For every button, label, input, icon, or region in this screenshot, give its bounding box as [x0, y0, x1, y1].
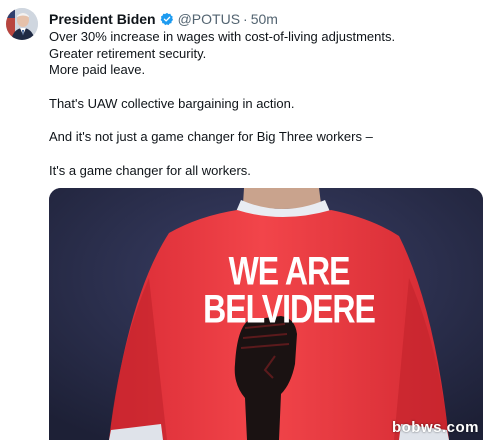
tweet-line-1: Over 30% increase in wages with cost-of-… — [49, 29, 396, 44]
tweet-media-photo[interactable]: WE ARE BELVIDERE bobws.com — [49, 188, 483, 440]
tweet-line-2: Greater retirement security. — [49, 45, 207, 61]
author-name[interactable]: President Biden — [49, 11, 156, 27]
tweet-line-5: And it's not just a game changer for Big… — [49, 129, 373, 144]
tweet-header: President Biden @POTUS · 50m — [49, 10, 278, 28]
tweet-line-6: It's a game changer for all workers. — [49, 162, 251, 178]
meta-separator: · — [243, 11, 248, 27]
author-handle[interactable]: @POTUS — [178, 11, 240, 27]
avatar[interactable] — [6, 8, 38, 40]
watermark: bobws.com — [391, 419, 479, 436]
tweet-line-3: More paid leave. — [49, 62, 146, 77]
tweet-timestamp[interactable]: 50m — [251, 11, 278, 27]
shirt-text-line-2: BELVIDERE — [203, 286, 376, 331]
tweet-line-4: That's UAW collective bargaining in acti… — [49, 95, 295, 111]
tweet: President Biden @POTUS · 50m Over 30% in… — [0, 0, 500, 440]
verified-badge-icon — [160, 12, 174, 26]
tweet-text: Over 30% increase in wages with cost-of-… — [49, 29, 489, 179]
